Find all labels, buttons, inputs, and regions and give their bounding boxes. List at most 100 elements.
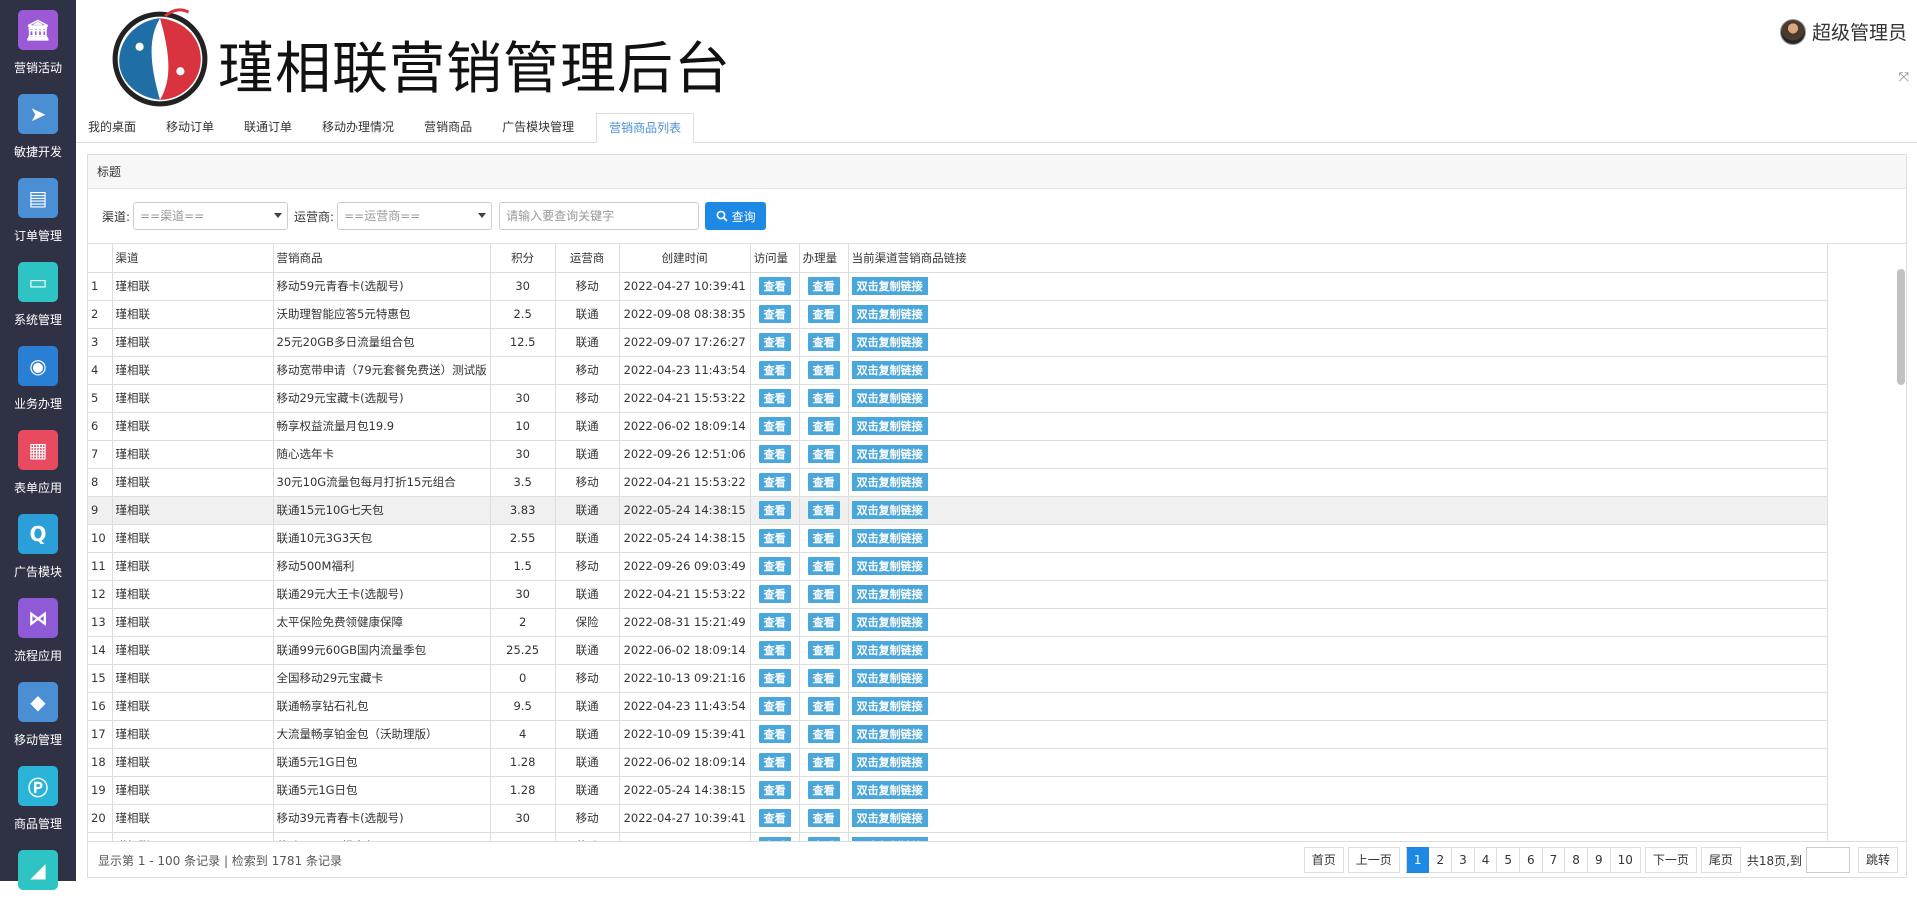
sidebar-item-8[interactable]: ◆ 移动管理 xyxy=(0,672,76,756)
sidebar-item-2[interactable]: ▤ 订单管理 xyxy=(0,168,76,252)
table-row[interactable]: 13 瑾相联 太平保险免费领健康保障 2 保险 2022-08-31 15:21:49 查看… xyxy=(88,608,1828,637)
tab-6[interactable]: 营销商品列表 xyxy=(596,113,695,143)
view-visits-button[interactable]: 查看 xyxy=(758,809,791,827)
view-handled-button[interactable]: 查看 xyxy=(807,613,840,631)
sidebar-item-5[interactable]: ▦ 表单应用 xyxy=(0,420,76,504)
view-visits-button[interactable]: 查看 xyxy=(758,361,791,379)
tab-3[interactable]: 移动办理情况 xyxy=(310,113,406,143)
table-row[interactable]: 10 瑾相联 联通10元3G3天包 2.55 联通 2022-05-24 14:38:15… xyxy=(88,524,1828,553)
next-page-button[interactable]: 下一页 xyxy=(1644,847,1697,873)
view-visits-button[interactable]: 查看 xyxy=(758,781,791,799)
first-page-button[interactable]: 首页 xyxy=(1303,847,1344,873)
view-visits-button[interactable]: 查看 xyxy=(758,473,791,491)
last-page-button[interactable]: 尾页 xyxy=(1700,847,1741,873)
copy-link-button[interactable]: 双击复制链接 xyxy=(851,781,928,799)
view-visits-button[interactable]: 查看 xyxy=(758,669,791,687)
sidebar-item-7[interactable]: ⋈ 流程应用 xyxy=(0,588,76,672)
view-handled-button[interactable]: 查看 xyxy=(807,697,840,715)
copy-link-button[interactable]: 双击复制链接 xyxy=(851,753,928,771)
view-visits-button[interactable]: 查看 xyxy=(758,725,791,743)
copy-link-button[interactable]: 双击复制链接 xyxy=(851,361,928,379)
view-handled-button[interactable]: 查看 xyxy=(807,305,840,323)
table-row[interactable]: 16 瑾相联 联通畅享钻石礼包 9.5 联通 2022-04-23 11:43:54 查看查… xyxy=(88,692,1828,721)
copy-link-button[interactable]: 双击复制链接 xyxy=(851,473,928,491)
tab-5[interactable]: 广告模块管理 xyxy=(490,113,586,143)
view-visits-button[interactable]: 查看 xyxy=(758,389,791,407)
view-visits-button[interactable]: 查看 xyxy=(758,305,791,323)
prev-page-button[interactable]: 上一页 xyxy=(1347,847,1400,873)
tab-4[interactable]: 营销商品 xyxy=(412,113,484,143)
channel-select[interactable]: ==渠道== xyxy=(133,202,289,230)
copy-link-button[interactable]: 双击复制链接 xyxy=(851,445,928,463)
search-button[interactable]: 查询 xyxy=(705,202,767,230)
page-button[interactable]: 8 xyxy=(1565,847,1588,873)
view-handled-button[interactable]: 查看 xyxy=(807,809,840,827)
view-handled-button[interactable]: 查看 xyxy=(807,557,840,575)
copy-link-button[interactable]: 双击复制链接 xyxy=(851,417,928,435)
view-visits-button[interactable]: 查看 xyxy=(758,613,791,631)
table-row[interactable]: 2 瑾相联 沃助理智能应答5元特惠包 2.5 联通 2022-09-08 08:38:35… xyxy=(88,300,1828,329)
copy-link-button[interactable]: 双击复制链接 xyxy=(851,557,928,575)
view-handled-button[interactable]: 查看 xyxy=(807,781,840,799)
keyword-search-input[interactable]: 请输入要查询关键字 xyxy=(499,202,700,230)
view-visits-button[interactable]: 查看 xyxy=(758,641,791,659)
view-handled-button[interactable]: 查看 xyxy=(807,501,840,519)
tab-2[interactable]: 联通订单 xyxy=(232,113,304,143)
jump-button[interactable]: 跳转 xyxy=(1857,847,1898,873)
copy-link-button[interactable]: 双击复制链接 xyxy=(851,389,928,407)
page-button[interactable]: 4 xyxy=(1474,847,1498,873)
sidebar-item-1[interactable]: ➤ 敏捷开发 xyxy=(0,84,76,168)
product-table-wrap[interactable]: 渠道 营销商品 积分 运营商 创建时间 访问量 办理量 当前渠道营销商品链接 1 瑾相联 移动59… xyxy=(88,243,1906,842)
jump-page-input[interactable] xyxy=(1805,847,1850,873)
view-handled-button[interactable]: 查看 xyxy=(807,473,840,491)
scrollbar[interactable] xyxy=(1897,244,1905,842)
view-handled-button[interactable]: 查看 xyxy=(807,333,840,351)
table-row[interactable]: 11 瑾相联 移动500M福利 1.5 移动 2022-09-26 09:03:49 查看查… xyxy=(88,552,1828,581)
table-row[interactable]: 15 瑾相联 全国移动29元宝藏卡 0 移动 2022-10-13 09:21:16 查看查… xyxy=(88,664,1828,693)
page-button[interactable]: 2 xyxy=(1429,847,1453,873)
view-handled-button[interactable]: 查看 xyxy=(807,389,840,407)
page-button[interactable]: 5 xyxy=(1497,847,1521,873)
view-handled-button[interactable]: 查看 xyxy=(807,753,840,771)
table-row[interactable]: 7 瑾相联 随心选年卡 30 联通 2022-09-26 12:51:06 查看 查看 双击复制… xyxy=(88,440,1828,469)
page-button[interactable]: 6 xyxy=(1520,847,1543,873)
page-button[interactable]: 3 xyxy=(1452,847,1475,873)
view-visits-button[interactable]: 查看 xyxy=(758,445,791,463)
table-row[interactable]: 18 瑾相联 联通5元1G日包 1.28 联通 2022-06-02 18:09:14 查看… xyxy=(88,748,1828,777)
view-handled-button[interactable]: 查看 xyxy=(807,529,840,547)
view-visits-button[interactable]: 查看 xyxy=(758,753,791,771)
tab-1[interactable]: 移动订单 xyxy=(154,113,226,143)
view-handled-button[interactable]: 查看 xyxy=(807,725,840,743)
tab-0[interactable]: 我的桌面 xyxy=(76,113,148,143)
view-visits-button[interactable]: 查看 xyxy=(758,697,791,715)
table-row[interactable]: 17 瑾相联 大流量畅享铂金包（沃助理版） 4 联通 2022-10-09 15:39:4… xyxy=(88,720,1828,749)
view-visits-button[interactable]: 查看 xyxy=(758,557,791,575)
table-row[interactable]: 6 瑾相联 畅享权益流量月包19.9 10 联通 2022-06-02 18:09:14 查… xyxy=(88,412,1828,441)
sidebar-item-4[interactable]: ◉ 业务办理 xyxy=(0,336,76,420)
operator-select[interactable]: ==运营商== xyxy=(337,202,493,230)
user-menu[interactable]: 超级管理员 xyxy=(1779,18,1907,45)
table-row[interactable]: 14 瑾相联 联通99元60GB国内流量季包 25.25 联通 2022-06-02 18… xyxy=(88,636,1828,665)
view-handled-button[interactable]: 查看 xyxy=(807,277,840,295)
table-row[interactable]: 1 瑾相联 移动59元青春卡(选靓号) 30 移动 2022-04-27 10:39:41… xyxy=(88,272,1828,301)
view-handled-button[interactable]: 查看 xyxy=(807,641,840,659)
table-row[interactable]: 8 瑾相联 30元10G流量包每月打折15元组合 3.5 移动 2022-04-21 15… xyxy=(88,468,1828,497)
view-handled-button[interactable]: 查看 xyxy=(807,361,840,379)
sidebar-item-9[interactable]: Ⓟ 商品管理 xyxy=(0,756,76,840)
table-row[interactable]: 5 瑾相联 移动29元宝藏卡(选靓号) 30 移动 2022-04-21 15:53:22… xyxy=(88,384,1828,413)
fullscreen-icon[interactable]: ⤧ xyxy=(1899,70,1909,85)
page-button[interactable]: 1 xyxy=(1405,847,1430,873)
view-visits-button[interactable]: 查看 xyxy=(758,417,791,435)
copy-link-button[interactable]: 双击复制链接 xyxy=(851,305,928,323)
view-visits-button[interactable]: 查看 xyxy=(758,333,791,351)
sidebar-item-6[interactable]: Q 广告模块 xyxy=(0,504,76,588)
copy-link-button[interactable]: 双击复制链接 xyxy=(851,725,928,743)
copy-link-button[interactable]: 双击复制链接 xyxy=(851,529,928,547)
table-row[interactable]: 9 瑾相联 联通15元10G七天包 3.83 联通 2022-05-24 14:38:15… xyxy=(88,496,1828,525)
table-row[interactable]: 3 瑾相联 25元20GB多日流量组合包 12.5 联通 2022-09-07 17:26… xyxy=(88,328,1828,357)
table-row[interactable]: 20 瑾相联 移动39元青春卡(选靓号) 30 移动 2022-04-27 10:39:4… xyxy=(88,804,1828,833)
copy-link-button[interactable]: 双击复制链接 xyxy=(851,333,928,351)
copy-link-button[interactable]: 双击复制链接 xyxy=(851,809,928,827)
copy-link-button[interactable]: 双击复制链接 xyxy=(851,501,928,519)
page-button[interactable]: 9 xyxy=(1587,847,1611,873)
